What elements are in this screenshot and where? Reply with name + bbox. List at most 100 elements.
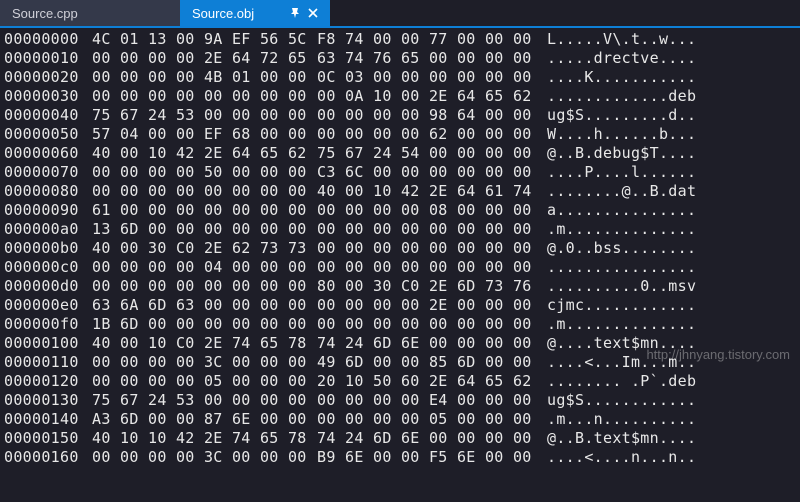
hex-row: 000000f01B 6D 00 00 00 00 00 0000 00 00 … — [4, 315, 800, 334]
hex-offset: 00000090 — [4, 201, 92, 220]
hex-bytes-group-2: 00 00 00 00 00 00 00 00 — [317, 239, 547, 258]
hex-bytes-group-2: 00 00 00 00 08 00 00 00 — [317, 201, 547, 220]
hex-offset: 00000100 — [4, 334, 92, 353]
hex-offset: 00000070 — [4, 163, 92, 182]
hex-row: 000000b040 00 30 C0 2E 62 73 7300 00 00 … — [4, 239, 800, 258]
hex-row: 0000008000 00 00 00 00 00 00 0040 00 10 … — [4, 182, 800, 201]
hex-row: 0000003000 00 00 00 00 00 00 0000 0A 10 … — [4, 87, 800, 106]
hex-row: 000000d000 00 00 00 00 00 00 0080 00 30 … — [4, 277, 800, 296]
hex-bytes-group-1: A3 6D 00 00 87 6E 00 00 — [92, 410, 317, 429]
hex-ascii: ....<...Im...m.. — [547, 353, 800, 372]
hex-bytes-group-1: 40 00 30 C0 2E 62 73 73 — [92, 239, 317, 258]
hex-ascii: .m...n.......... — [547, 410, 800, 429]
hex-ascii: ..........0..msv — [547, 277, 800, 296]
hex-bytes-group-2: 75 67 24 54 00 00 00 00 — [317, 144, 547, 163]
hex-ascii: cjmc............ — [547, 296, 800, 315]
hex-offset: 000000b0 — [4, 239, 92, 258]
hex-bytes-group-1: 00 00 00 00 3C 00 00 00 — [92, 353, 317, 372]
hex-bytes-group-2: 74 24 6D 6E 00 00 00 00 — [317, 334, 547, 353]
tab-source-cpp[interactable]: Source.cpp — [0, 0, 180, 26]
hex-offset: 00000150 — [4, 429, 92, 448]
hex-offset: 00000130 — [4, 391, 92, 410]
hex-bytes-group-2: 20 10 50 60 2E 64 65 62 — [317, 372, 547, 391]
hex-bytes-group-2: 00 00 00 00 62 00 00 00 — [317, 125, 547, 144]
hex-bytes-group-1: 13 6D 00 00 00 00 00 00 — [92, 220, 317, 239]
tab-icons — [290, 6, 318, 21]
hex-row: 000000e063 6A 6D 63 00 00 00 0000 00 00 … — [4, 296, 800, 315]
hex-bytes-group-1: 40 10 10 42 2E 74 65 78 — [92, 429, 317, 448]
tab-source-obj[interactable]: Source.obj — [180, 0, 330, 26]
hex-bytes-group-2: B9 6E 00 00 F5 6E 00 00 — [317, 448, 547, 467]
hex-row: 0000015040 10 10 42 2E 74 65 7874 24 6D … — [4, 429, 800, 448]
hex-bytes-group-2: F8 74 00 00 77 00 00 00 — [317, 30, 547, 49]
hex-bytes-group-2: 00 00 00 00 98 64 00 00 — [317, 106, 547, 125]
hex-offset: 000000c0 — [4, 258, 92, 277]
hex-row: 0000004075 67 24 53 00 00 00 0000 00 00 … — [4, 106, 800, 125]
pin-icon[interactable] — [290, 6, 300, 21]
hex-ascii: .m.............. — [547, 315, 800, 334]
hex-ascii: @..B.text$mn.... — [547, 429, 800, 448]
hex-row: 0000007000 00 00 00 50 00 00 00C3 6C 00 … — [4, 163, 800, 182]
hex-bytes-group-1: 00 00 00 00 05 00 00 00 — [92, 372, 317, 391]
hex-bytes-group-2: 00 00 00 00 00 00 00 00 — [317, 258, 547, 277]
hex-bytes-group-2: 00 00 00 00 2E 00 00 00 — [317, 296, 547, 315]
hex-ascii: ....K........... — [547, 68, 800, 87]
hex-ascii: ....<....n...n.. — [547, 448, 800, 467]
hex-row: 0000006040 00 10 42 2E 64 65 6275 67 24 … — [4, 144, 800, 163]
hex-row: 0000011000 00 00 00 3C 00 00 0049 6D 00 … — [4, 353, 800, 372]
hex-offset: 00000080 — [4, 182, 92, 201]
hex-row: 0000002000 00 00 00 4B 01 00 000C 03 00 … — [4, 68, 800, 87]
hex-bytes-group-1: 00 00 00 00 4B 01 00 00 — [92, 68, 317, 87]
hex-offset: 00000030 — [4, 87, 92, 106]
tab-bar: Source.cpp Source.obj — [0, 0, 800, 28]
hex-ascii: ................ — [547, 258, 800, 277]
hex-bytes-group-1: 00 00 00 00 50 00 00 00 — [92, 163, 317, 182]
hex-offset: 000000d0 — [4, 277, 92, 296]
hex-ascii: ........ .P`.deb — [547, 372, 800, 391]
close-icon[interactable] — [308, 6, 318, 21]
hex-offset: 000000e0 — [4, 296, 92, 315]
hex-bytes-group-2: C3 6C 00 00 00 00 00 00 — [317, 163, 547, 182]
hex-ascii: .............deb — [547, 87, 800, 106]
hex-ascii: .m.............. — [547, 220, 800, 239]
hex-ascii: ug$S.........d.. — [547, 106, 800, 125]
hex-ascii: W....h......b... — [547, 125, 800, 144]
hex-bytes-group-1: 61 00 00 00 00 00 00 00 — [92, 201, 317, 220]
hex-row: 0000009061 00 00 00 00 00 00 0000 00 00 … — [4, 201, 800, 220]
hex-offset: 00000160 — [4, 448, 92, 467]
hex-offset: 00000110 — [4, 353, 92, 372]
hex-bytes-group-2: 80 00 30 C0 2E 6D 73 76 — [317, 277, 547, 296]
hex-ascii: @....text$mn.... — [547, 334, 800, 353]
hex-offset: 00000120 — [4, 372, 92, 391]
hex-row: 0000010040 00 10 C0 2E 74 65 7874 24 6D … — [4, 334, 800, 353]
hex-offset: 00000140 — [4, 410, 92, 429]
hex-ascii: @..B.debug$T.... — [547, 144, 800, 163]
hex-bytes-group-1: 4C 01 13 00 9A EF 56 5C — [92, 30, 317, 49]
hex-bytes-group-1: 00 00 00 00 2E 64 72 65 — [92, 49, 317, 68]
hex-bytes-group-1: 63 6A 6D 63 00 00 00 00 — [92, 296, 317, 315]
hex-bytes-group-2: 00 00 00 00 00 00 00 00 — [317, 220, 547, 239]
hex-bytes-group-2: 74 24 6D 6E 00 00 00 00 — [317, 429, 547, 448]
hex-row: 0000005057 04 00 00 EF 68 00 0000 00 00 … — [4, 125, 800, 144]
hex-bytes-group-1: 57 04 00 00 EF 68 00 00 — [92, 125, 317, 144]
hex-offset: 00000000 — [4, 30, 92, 49]
hex-row: 000000a013 6D 00 00 00 00 00 0000 00 00 … — [4, 220, 800, 239]
hex-row: 0000012000 00 00 00 05 00 00 0020 10 50 … — [4, 372, 800, 391]
hex-offset: 00000010 — [4, 49, 92, 68]
hex-bytes-group-1: 00 00 00 00 00 00 00 00 — [92, 182, 317, 201]
hex-offset: 000000f0 — [4, 315, 92, 334]
hex-bytes-group-2: 00 00 00 00 E4 00 00 00 — [317, 391, 547, 410]
hex-bytes-group-1: 75 67 24 53 00 00 00 00 — [92, 106, 317, 125]
hex-row: 0000013075 67 24 53 00 00 00 0000 00 00 … — [4, 391, 800, 410]
hex-ascii: ........@..B.dat — [547, 182, 800, 201]
hex-offset: 00000060 — [4, 144, 92, 163]
hex-ascii: @.0..bss........ — [547, 239, 800, 258]
hex-offset: 00000020 — [4, 68, 92, 87]
hex-bytes-group-2: 00 00 00 00 00 00 00 00 — [317, 315, 547, 334]
hex-ascii: ....P....l...... — [547, 163, 800, 182]
hex-ascii: ug$S............ — [547, 391, 800, 410]
hex-bytes-group-1: 40 00 10 42 2E 64 65 62 — [92, 144, 317, 163]
hex-ascii: .....drectve.... — [547, 49, 800, 68]
hex-bytes-group-2: 63 74 76 65 00 00 00 00 — [317, 49, 547, 68]
hex-bytes-group-1: 75 67 24 53 00 00 00 00 — [92, 391, 317, 410]
